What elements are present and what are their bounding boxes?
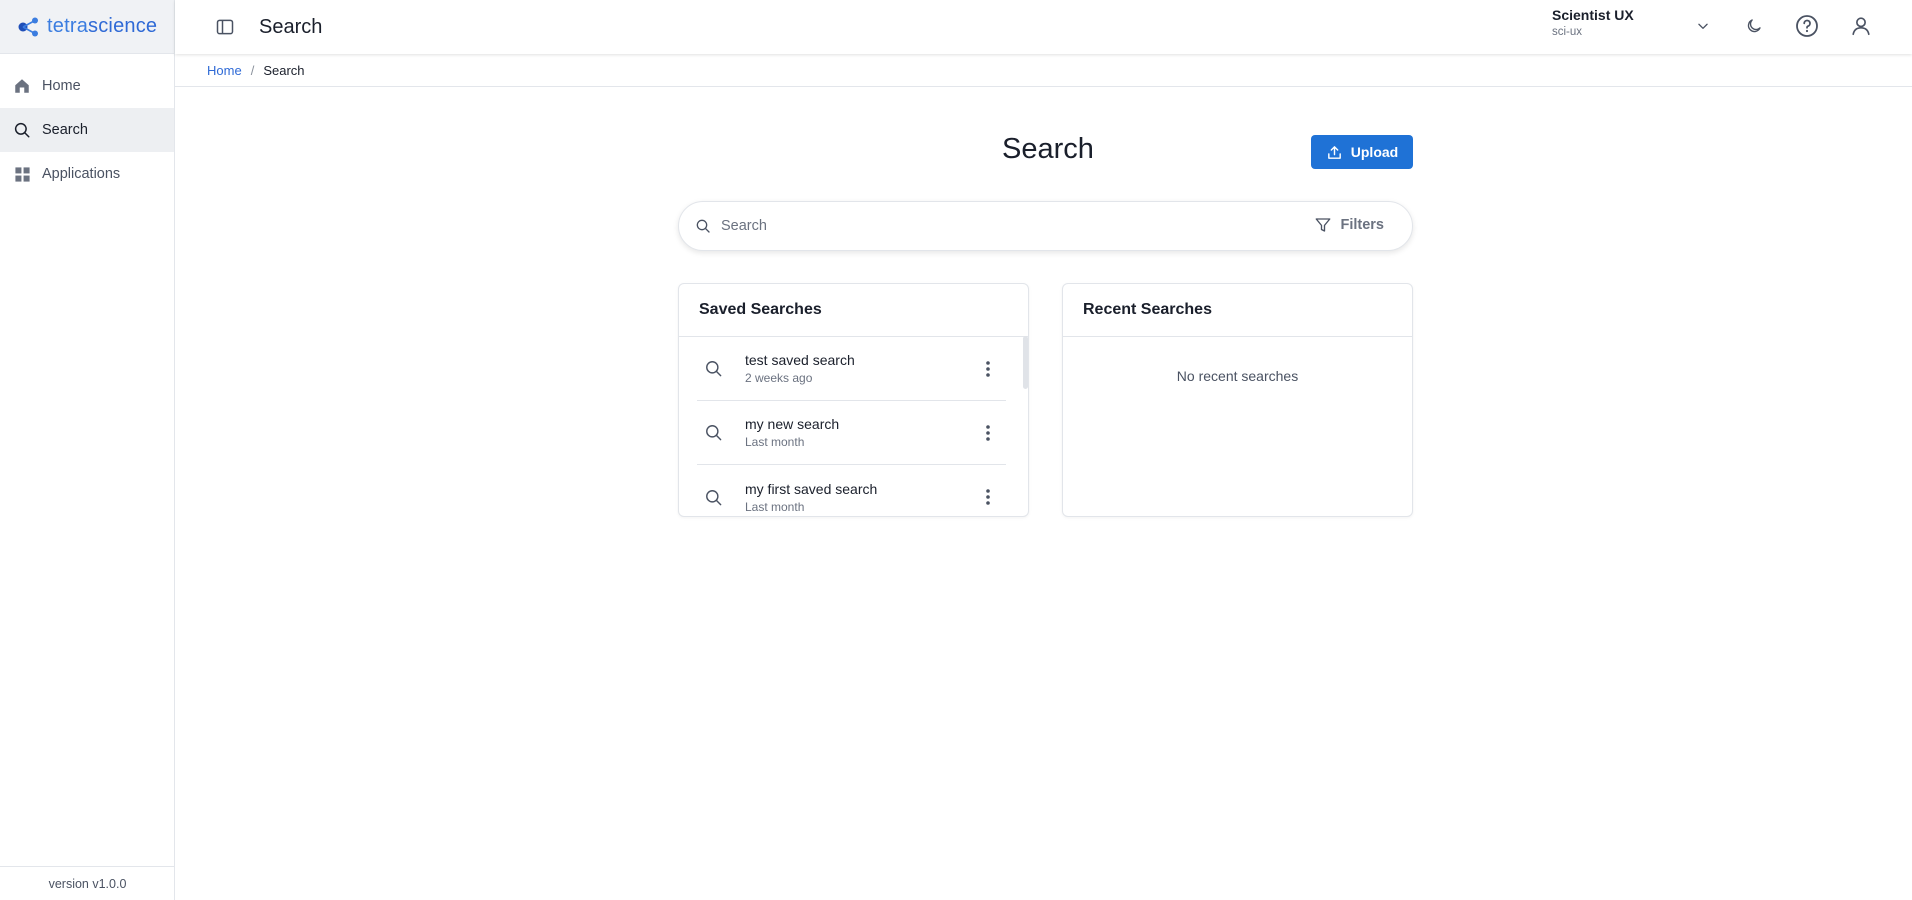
search-icon: [695, 218, 711, 234]
search-icon: [12, 120, 32, 140]
logo-mark-icon: [18, 17, 38, 36]
saved-search-item[interactable]: my first saved search Last month: [697, 465, 1006, 516]
saved-searches-scrollbar[interactable]: [1023, 336, 1028, 389]
upload-button-label: Upload: [1350, 144, 1399, 160]
breadcrumb: Home / Search: [175, 54, 1912, 87]
search-icon: [704, 359, 726, 378]
breadcrumb-home-link[interactable]: Home: [207, 63, 242, 78]
version-label: version v1.0.0: [0, 866, 175, 900]
recent-searches-empty-message: No recent searches: [1176, 368, 1299, 384]
saved-search-item[interactable]: my new search Last month: [697, 401, 1006, 465]
org-slug: sci-ux: [1552, 26, 1583, 38]
saved-search-title: test saved search: [745, 352, 855, 368]
more-vertical-icon[interactable]: [978, 357, 998, 381]
page-title: Search: [1002, 133, 1094, 165]
saved-searches-list: test saved search 2 weeks ago my new sea…: [679, 337, 1028, 516]
filter-icon: [1314, 216, 1332, 234]
saved-search-item[interactable]: test saved search 2 weeks ago: [697, 337, 1006, 401]
upload-icon: [1326, 144, 1343, 161]
sidebar-item-label: Home: [42, 78, 81, 94]
sidebar: tetrascience Home Search Applications ve…: [0, 0, 175, 900]
saved-search-time: Last month: [745, 499, 805, 514]
help-icon[interactable]: [1794, 13, 1820, 39]
sidebar-item-search[interactable]: Search: [0, 108, 174, 152]
saved-search-title: my first saved search: [745, 480, 878, 497]
sidebar-toggle-icon[interactable]: [213, 15, 237, 39]
search-bar: Filters: [678, 201, 1413, 251]
search-icon: [704, 423, 726, 442]
filters-button[interactable]: Filters: [1314, 216, 1384, 234]
home-icon: [12, 76, 32, 96]
dark-mode-moon-icon[interactable]: [1741, 13, 1767, 39]
recent-searches-card: Recent Searches No recent searches: [1062, 283, 1413, 517]
org-name: Scientist UX: [1552, 7, 1634, 23]
saved-search-time: 2 weeks ago: [745, 371, 813, 385]
recent-searches-title: Recent Searches: [1063, 284, 1412, 337]
upload-button[interactable]: Upload: [1311, 135, 1413, 169]
logo[interactable]: tetrascience: [0, 0, 174, 54]
more-vertical-icon[interactable]: [978, 485, 998, 509]
breadcrumb-current: Search: [263, 62, 305, 78]
sidebar-item-label: Applications: [42, 166, 121, 182]
saved-searches-title: Saved Searches: [679, 284, 1028, 337]
grid-icon: [12, 164, 32, 184]
more-vertical-icon[interactable]: [978, 421, 998, 445]
sidebar-item-home[interactable]: Home: [0, 64, 174, 108]
logo-text: tetrascience: [47, 15, 158, 37]
top-bar-title: Search: [259, 15, 323, 38]
sidebar-item-applications[interactable]: Applications: [0, 152, 174, 196]
saved-search-title: my new search: [745, 416, 840, 432]
user-profile-icon[interactable]: [1848, 13, 1874, 39]
chevron-down-icon[interactable]: [1693, 16, 1713, 36]
search-icon: [704, 488, 726, 507]
saved-searches-card: Saved Searches test saved search 2 weeks…: [678, 283, 1029, 517]
organization-switcher[interactable]: Scientist UX sci-ux: [1552, 7, 1634, 38]
top-bar: Search Scientist UX sci-ux: [175, 0, 1912, 54]
breadcrumb-separator: /: [250, 62, 255, 78]
search-input[interactable]: [721, 218, 1301, 234]
saved-search-time: Last month: [745, 435, 805, 449]
sidebar-item-label: Search: [42, 122, 88, 138]
filters-label: Filters: [1340, 217, 1384, 233]
